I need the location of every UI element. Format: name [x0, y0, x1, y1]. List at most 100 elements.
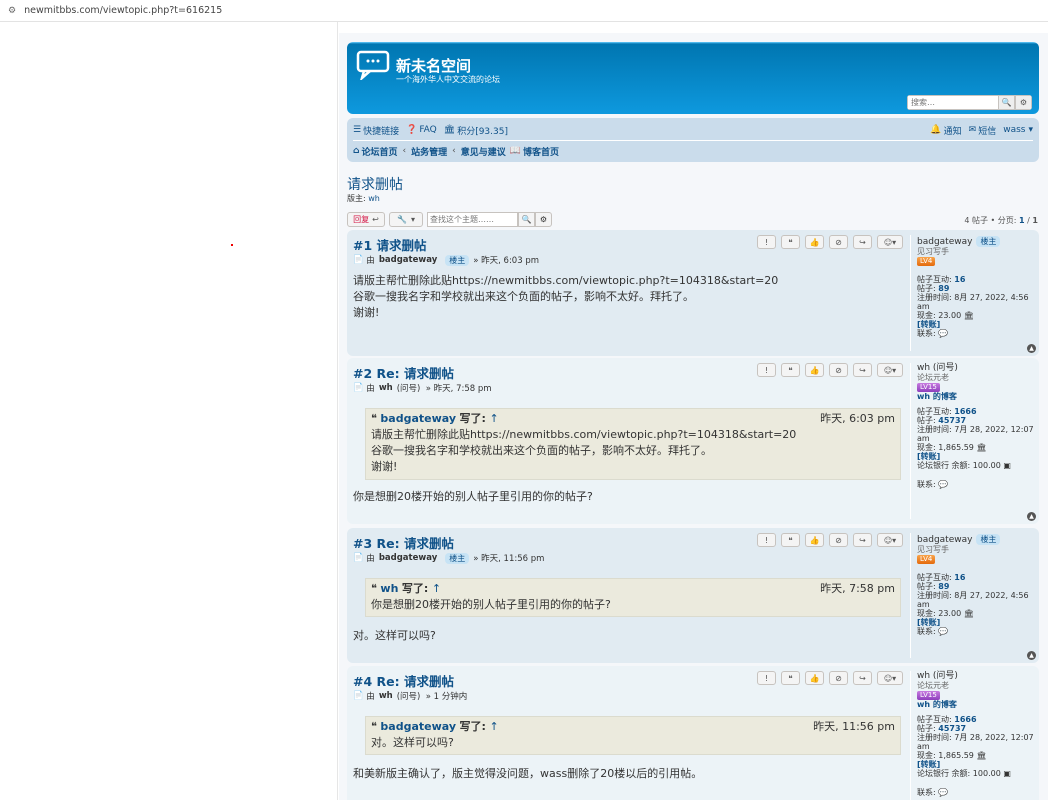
breadcrumb-suggestions[interactable]: 意见与建议 [461, 145, 506, 158]
back-to-top-icon[interactable]: ▲ [1027, 344, 1036, 353]
site-search-input[interactable] [907, 95, 998, 110]
quote-icon: ❝ [371, 412, 377, 425]
quote-block: ❝ wh 写了: ↑ 昨天, 7:58 pm 你是想删20楼开始的别人帖子里引用的… [365, 578, 901, 617]
blog-link[interactable]: wh 的博客 [917, 700, 1037, 709]
bell-icon: 🔔 [930, 125, 942, 135]
topic-search-input[interactable] [427, 212, 518, 227]
author-link[interactable]: badgateway [379, 553, 437, 563]
reaction-icon[interactable]: ☺▾ [877, 363, 903, 377]
quote-icon[interactable]: ❝ [781, 533, 800, 547]
quote-icon[interactable]: ❝ [781, 363, 800, 377]
post-title[interactable]: #4 Re: 请求删帖 [353, 671, 454, 690]
search-icon[interactable]: 🔍 [518, 212, 535, 227]
breadcrumb: ⌂ 论坛首页 ‹ 站务管理 ‹ 意见与建议 📖 博客首页 [353, 145, 559, 158]
breadcrumb-home[interactable]: 论坛首页 [361, 145, 397, 158]
site-title[interactable]: 新未名空间 [396, 55, 471, 76]
author-link[interactable]: wh [379, 383, 393, 393]
advanced-search-gear-icon[interactable]: ⚙ [1015, 95, 1032, 110]
bank-icon: 🏛 [443, 125, 456, 135]
quote-author[interactable]: wh [380, 581, 398, 597]
user-menu[interactable]: wass ▾ [1003, 124, 1033, 137]
post-title[interactable]: #2 Re: 请求删帖 [353, 363, 454, 382]
contact-icon[interactable]: 💬 [938, 627, 948, 636]
profile-username[interactable]: badgateway [917, 237, 972, 247]
points-link[interactable]: 🏛 积分[93.35] [444, 124, 508, 137]
transfer-link[interactable]: [转账] [917, 320, 940, 329]
reply-arrow-icon: ↩ [372, 215, 379, 224]
search-icon[interactable]: 🔍 [998, 95, 1015, 110]
advanced-search-gear-icon[interactable]: ⚙ [535, 212, 552, 227]
share-icon[interactable]: ↪ [853, 671, 872, 685]
like-icon[interactable]: 👍 [805, 363, 824, 377]
profile-username[interactable]: badgateway [917, 535, 972, 545]
site-settings-icon[interactable]: ⚙ [8, 6, 16, 16]
reaction-icon[interactable]: ☺▾ [877, 235, 903, 249]
transfer-link[interactable]: [转账] [917, 452, 940, 461]
post-file-icon[interactable]: 📄 [353, 255, 364, 265]
post-profile: wh (问号) 论坛元老 LV15 wh 的博客 帖子互动: 1666 帖子: … [917, 672, 1037, 797]
post-profile: badgateway 楼主 见习写手 LV4 帖子互动: 16 帖子: 89 注册… [917, 236, 1029, 338]
contact-icon[interactable]: 💬 [938, 329, 948, 338]
blog-link[interactable]: wh 的博客 [917, 392, 1037, 401]
chat-bubble-icon[interactable] [356, 50, 390, 80]
profile-username[interactable]: wh (问号) [917, 364, 1037, 373]
share-icon[interactable]: ↪ [853, 235, 872, 249]
breadcrumb-blog[interactable]: 博客首页 [523, 145, 559, 158]
ban-icon[interactable]: ⊘ [829, 533, 848, 547]
level-badge: LV4 [917, 555, 936, 564]
faq-link[interactable]: ❓ FAQ [406, 125, 437, 135]
topic-title[interactable]: 请求删帖 [347, 174, 403, 194]
like-icon[interactable]: 👍 [805, 533, 824, 547]
post-buttons: ! ❝ 👍 ⊘ ↪ ☺▾ [757, 363, 908, 377]
contact-icon[interactable]: 💬 [938, 788, 948, 797]
quote-author[interactable]: badgateway [380, 411, 456, 427]
reaction-icon[interactable]: ☺▾ [877, 533, 903, 547]
quote-icon[interactable]: ❝ [781, 235, 800, 249]
post-file-icon[interactable]: 📄 [353, 691, 364, 701]
reply-button[interactable]: 回复 ↩ [347, 212, 385, 227]
messages-link[interactable]: ✉ 短信 [969, 124, 997, 137]
ban-icon[interactable]: ⊘ [829, 235, 848, 249]
cursor-dot [231, 244, 233, 246]
post-content: 和美新版主确认了，版主觉得没问题，wass删除了20楼以后的引用帖。 [353, 767, 703, 780]
post-title[interactable]: #1 请求删帖 [353, 235, 427, 254]
report-icon[interactable]: ! [757, 533, 776, 547]
ban-icon[interactable]: ⊘ [829, 671, 848, 685]
level-badge: LV15 [917, 383, 940, 392]
author-link[interactable]: wh [379, 691, 393, 701]
op-badge: 楼主 [445, 552, 470, 564]
author-link[interactable]: badgateway [379, 255, 437, 265]
transfer-link[interactable]: [转账] [917, 760, 940, 769]
share-icon[interactable]: ↪ [853, 533, 872, 547]
post: #1 请求删帖 📄 由 badgateway 楼主» 昨天, 6:03 pm ! ❝… [347, 230, 1039, 356]
breadcrumb-admin[interactable]: 站务管理 [411, 145, 447, 158]
quote-jump-icon[interactable]: ↑ [489, 719, 498, 735]
profile-username[interactable]: wh (问号) [917, 672, 1037, 681]
transfer-link[interactable]: [转账] [917, 618, 940, 627]
report-icon[interactable]: ! [757, 363, 776, 377]
topic-tools-button[interactable]: 🔧 ▾ [389, 212, 423, 227]
share-icon[interactable]: ↪ [853, 363, 872, 377]
back-to-top-icon[interactable]: ▲ [1027, 651, 1036, 660]
quote-jump-icon[interactable]: ↑ [489, 411, 498, 427]
notifications-link[interactable]: 🔔 通知 [930, 124, 961, 137]
post-file-icon[interactable]: 📄 [353, 553, 364, 563]
moderator-link[interactable]: wh [368, 194, 380, 203]
quote-icon: ❝ [371, 720, 377, 733]
address-bar[interactable]: ⚙ newmitbbs.com/viewtopic.php?t=616215 [0, 0, 1048, 22]
post-buttons: ! ❝ 👍 ⊘ ↪ ☺▾ [757, 235, 908, 249]
like-icon[interactable]: 👍 [805, 235, 824, 249]
back-to-top-icon[interactable]: ▲ [1027, 512, 1036, 521]
ban-icon[interactable]: ⊘ [829, 363, 848, 377]
like-icon[interactable]: 👍 [805, 671, 824, 685]
contact-icon[interactable]: 💬 [938, 480, 948, 489]
quote-author[interactable]: badgateway [380, 719, 456, 735]
quicklinks-menu[interactable]: ☰ 快捷链接 [353, 124, 399, 137]
post-file-icon[interactable]: 📄 [353, 383, 364, 393]
quote-icon[interactable]: ❝ [781, 671, 800, 685]
report-icon[interactable]: ! [757, 235, 776, 249]
quote-jump-icon[interactable]: ↑ [432, 581, 441, 597]
report-icon[interactable]: ! [757, 671, 776, 685]
post-title[interactable]: #3 Re: 请求删帖 [353, 533, 454, 552]
reaction-icon[interactable]: ☺▾ [877, 671, 903, 685]
